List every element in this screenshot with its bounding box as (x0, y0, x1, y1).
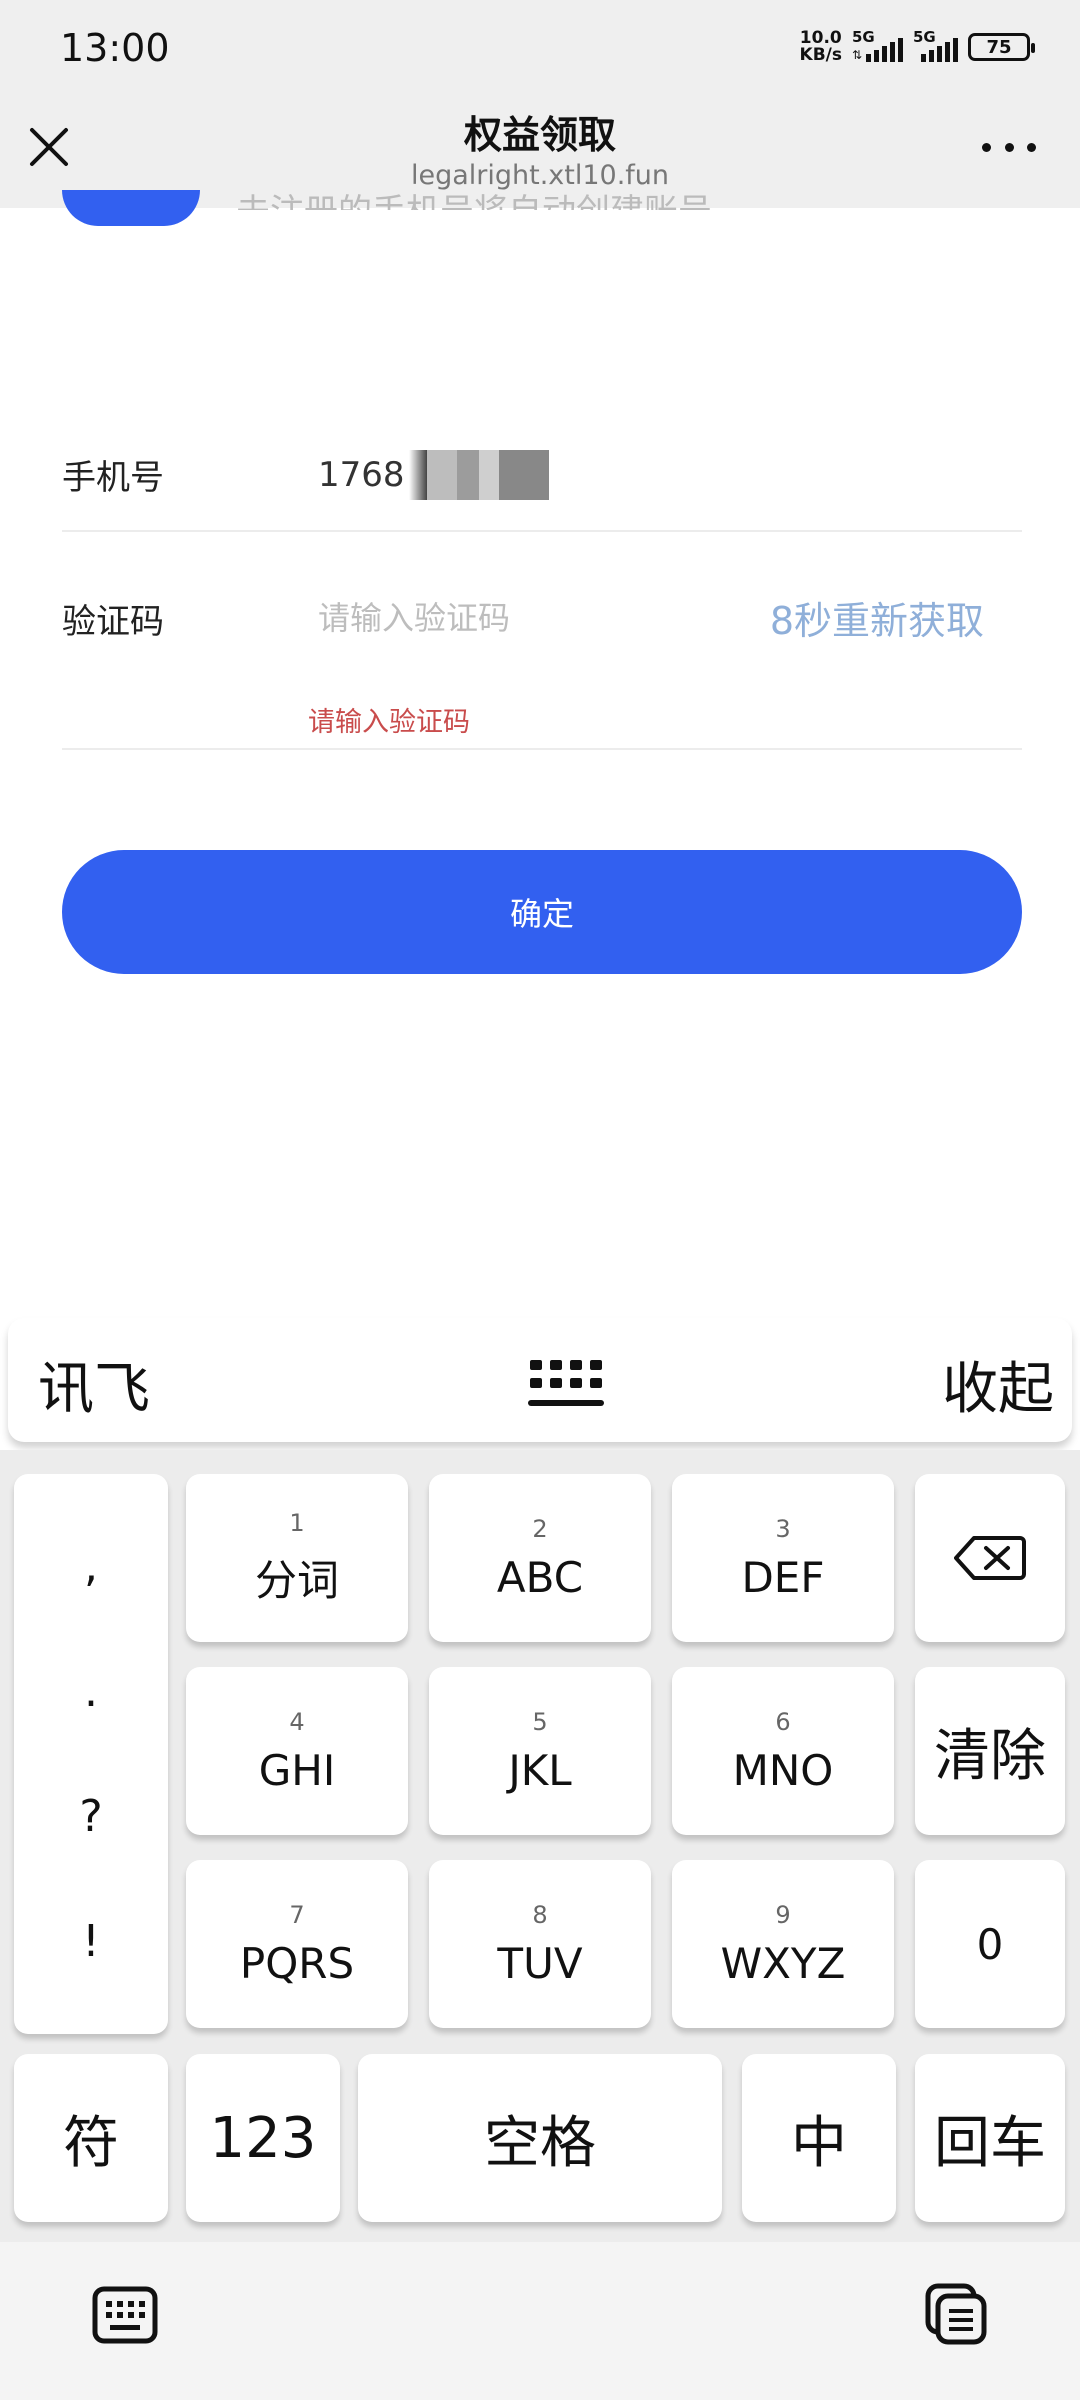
partial-hint-text: 未注册的手机号将自动创建账号 (236, 184, 712, 210)
symbol-key[interactable]: 符 (14, 2054, 168, 2222)
enter-key[interactable]: 回车 (915, 2054, 1065, 2222)
key-2[interactable]: 2 ABC (429, 1474, 651, 1642)
resend-button[interactable]: 8秒重新获取 (770, 590, 984, 645)
key-7[interactable]: 7 PQRS (186, 1860, 408, 2028)
punct-key[interactable]: ? (79, 1791, 102, 1842)
network-speed: 10.0 KB/s (800, 30, 842, 64)
punct-key[interactable]: . (84, 1666, 98, 1717)
phone-redaction (408, 450, 549, 500)
divider (62, 530, 1022, 532)
key-8[interactable]: 8 TUV (429, 1860, 651, 2028)
keyboard: , . ? ! 1 分词 2 ABC 3 DEF 4 GHI 5 JKL 6 M… (0, 1450, 1080, 2242)
keyboard-toolbar: 讯飞 收起 (8, 1318, 1072, 1442)
keyboard-layout-icon[interactable] (528, 1356, 604, 1412)
punct-key[interactable]: , (84, 1541, 98, 1592)
divider (62, 748, 1022, 750)
more-icon[interactable] (982, 138, 1036, 156)
page-title: 权益领取 (463, 113, 616, 157)
keyboard-collapse-button[interactable]: 收起 (942, 1344, 1054, 1425)
key-1[interactable]: 1 分词 (186, 1474, 408, 1642)
status-icons: 10.0 KB/s 5G ⇅ 5G 75 (800, 28, 1035, 64)
browser-header: 13:00 10.0 KB/s 5G ⇅ 5G 75 权益领取 legalrig… (0, 0, 1080, 208)
clipboard-icon[interactable] (924, 2282, 990, 2348)
key-0[interactable]: 0 (915, 1860, 1065, 2028)
confirm-button[interactable]: 确定 (62, 850, 1022, 974)
keyboard-icon[interactable] (92, 2286, 158, 2344)
punctuation-column[interactable]: , . ? ! (14, 1474, 168, 2034)
battery-icon: 75 (968, 33, 1035, 61)
numeric-key[interactable]: 123 (186, 2054, 340, 2222)
clear-key[interactable]: 清除 (915, 1667, 1065, 1835)
signal-label-2: 5G (913, 28, 936, 46)
battery-level: 75 (986, 36, 1012, 58)
bottom-nav (0, 2242, 1080, 2400)
phone-field[interactable]: 1768 (318, 450, 549, 500)
key-3[interactable]: 3 DEF (672, 1474, 894, 1642)
error-message: 请输入验证码 (308, 707, 470, 738)
signal-label: 5G (852, 28, 875, 46)
space-key[interactable]: 空格 (358, 2054, 722, 2222)
network-speed-unit: KB/s (799, 45, 842, 65)
key-4[interactable]: 4 GHI (186, 1667, 408, 1835)
backspace-key[interactable] (915, 1474, 1065, 1642)
code-input[interactable] (318, 592, 708, 644)
language-key[interactable]: 中 (742, 2054, 896, 2222)
key-6[interactable]: 6 MNO (672, 1667, 894, 1835)
backspace-icon (954, 1536, 1026, 1580)
signal-icon-2: 5G (913, 28, 958, 62)
key-9[interactable]: 9 WXYZ (672, 1860, 894, 2028)
key-5[interactable]: 5 JKL (429, 1667, 651, 1835)
phone-value: 1768 (318, 455, 405, 495)
keyboard-brand[interactable]: 讯飞 (38, 1344, 150, 1425)
code-label: 验证码 (62, 602, 164, 642)
phone-label: 手机号 (62, 458, 164, 498)
status-time: 13:00 (60, 26, 170, 70)
partial-button (62, 190, 200, 226)
punct-key[interactable]: ! (82, 1916, 100, 1967)
signal-icon: 5G ⇅ (852, 28, 903, 62)
